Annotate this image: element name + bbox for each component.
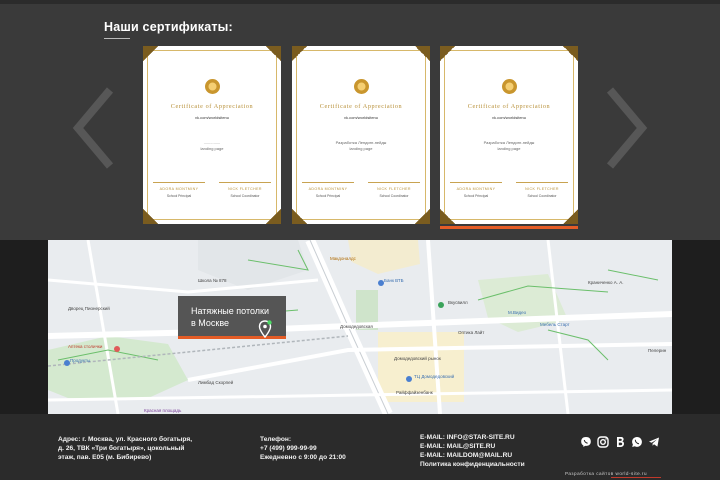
- email-link[interactable]: E-MAIL: INFO@STAR-SITE.RU: [420, 433, 550, 442]
- signer-role: School Coordinator: [527, 194, 557, 198]
- title-underline: [104, 38, 130, 39]
- seal-icon: [502, 79, 517, 94]
- map-label: Красная площадь: [144, 408, 182, 413]
- map-label: Краниченко А. А.: [588, 280, 624, 285]
- seal-icon: [354, 79, 369, 94]
- certificate-card[interactable]: Certificate of Appreciation vk.com/world…: [143, 46, 281, 224]
- map-label: Оптика Лайт: [458, 330, 485, 335]
- map-poi-icon[interactable]: [64, 360, 70, 366]
- signer-name: ADORA MONTMINY: [456, 187, 496, 191]
- certificate-url: vk.com/worldsitenu: [343, 115, 378, 120]
- active-slide-indicator: [440, 226, 578, 229]
- map-label: Дворец Пионерский: [68, 306, 110, 311]
- signer-role: School Principal: [463, 194, 489, 198]
- map-label: Лимбад Скорпей: [198, 380, 234, 385]
- map-label: Домодедовский рынок: [394, 356, 441, 361]
- signer-role: School Principal: [166, 194, 192, 198]
- email-link[interactable]: E-MAIL: MAIL@SITE.RU: [420, 442, 550, 451]
- certificate-text: Разработка Лендинг-пейдж landing page: [483, 140, 535, 151]
- map-label: Райффайзенбанк: [396, 390, 433, 395]
- certificates-title: Наши сертификаты:: [104, 20, 233, 34]
- map-label: Макдоналдс: [330, 256, 356, 261]
- signer-role: School Coordinator: [230, 194, 260, 198]
- certificate-heading: Certificate of Appreciation: [467, 103, 551, 110]
- certificates-section: Наши сертификаты: Certificate of Appreci…: [0, 0, 720, 240]
- certificate-heading: Certificate of Appreciation: [319, 103, 403, 110]
- whatsapp-icon[interactable]: [631, 436, 643, 448]
- map-label: Пелерин: [648, 348, 667, 353]
- map-label: ТЦ Домодедовский: [414, 374, 455, 379]
- map-poi-icon[interactable]: [114, 346, 120, 352]
- developer-credit[interactable]: Разработка сайтов world-site.ru: [565, 471, 647, 476]
- certificate-card-active[interactable]: Certificate of Appreciation vk.com/world…: [440, 46, 578, 224]
- instagram-icon[interactable]: [597, 436, 609, 448]
- phone-label: Телефон:: [260, 436, 292, 443]
- signer-name: NICK FLETCHER: [377, 187, 411, 191]
- seal-icon: [205, 79, 220, 94]
- map-label: Банк ВТБ: [384, 278, 404, 283]
- location-pin-icon[interactable]: [258, 320, 272, 338]
- telegram-icon[interactable]: [648, 436, 660, 448]
- slider-next-arrow[interactable]: [602, 86, 650, 170]
- map-label: Продукты: [70, 358, 91, 363]
- signer-role: School Coordinator: [379, 194, 409, 198]
- working-hours: Ежедневно с 9:00 до 21:00: [260, 454, 346, 461]
- slider-prev-arrow[interactable]: [70, 86, 118, 170]
- viber-icon[interactable]: [580, 436, 592, 448]
- location-map[interactable]: Школа № 878 Макдоналдс Дворец Пионерский…: [48, 240, 672, 414]
- signer-role: School Principal: [315, 194, 341, 198]
- map-label: Аптека столички: [68, 344, 103, 349]
- map-label: Школа № 878: [198, 278, 227, 283]
- certificate-url: vk.com/worldsitenu: [194, 115, 229, 120]
- footer-address: Адрес: г. Москва, ул. Красного богатыря,…: [58, 436, 193, 461]
- map-poi-icon[interactable]: [438, 302, 444, 308]
- certificate-text: Разработка Лендинг-пейдж landing page: [335, 140, 387, 151]
- email-link[interactable]: E-MAIL: MAILDOM@MAIL.RU: [420, 451, 550, 460]
- footer-emails: E-MAIL: INFO@STAR-SITE.RU E-MAIL: MAIL@S…: [420, 433, 550, 469]
- map-poi-icon[interactable]: [406, 376, 412, 382]
- privacy-policy-link[interactable]: Политика конфиденциальности: [420, 460, 550, 469]
- certificate-url: vk.com/worldsitenu: [491, 115, 526, 120]
- map-poi-icon[interactable]: [378, 280, 384, 286]
- vk-icon[interactable]: [614, 436, 626, 448]
- map-label: Вкусвилл: [448, 300, 468, 305]
- signer-name: ADORA MONTMINY: [308, 187, 348, 191]
- signer-name: NICK FLETCHER: [228, 187, 262, 191]
- certificate-heading: Certificate of Appreciation: [170, 103, 254, 110]
- footer-contacts: Телефон: +7 (499) 999-99-99 Ежедневно с …: [260, 435, 370, 462]
- developer-credit-underline: [611, 477, 661, 478]
- certificate-card[interactable]: Certificate of Appreciation vk.com/world…: [292, 46, 430, 224]
- map-label: Мебель Старт: [540, 322, 570, 327]
- map-label: Домодедовская: [340, 324, 373, 329]
- signer-name: ADORA MONTMINY: [159, 187, 199, 191]
- site-footer: Адрес: г. Москва, ул. Красного богатыря,…: [0, 414, 720, 480]
- phone-link[interactable]: +7 (499) 999-99-99: [260, 444, 370, 453]
- signer-name: NICK FLETCHER: [525, 187, 559, 191]
- certificate-text: ............... landing page: [200, 140, 224, 151]
- map-label: М.Видео: [508, 310, 527, 315]
